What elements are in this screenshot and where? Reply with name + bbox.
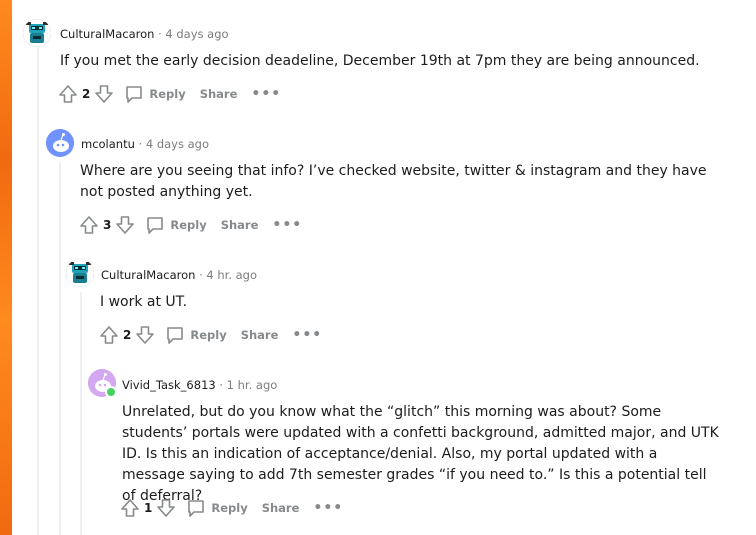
comment-thread: CulturalMacaron · 4 days ago If you met … [12,0,756,535]
reply-button[interactable]: Reply [165,325,227,345]
comment-bubble-icon [188,500,205,517]
meta-separator: · [158,27,162,41]
vote-group: 2 [58,84,114,104]
share-button[interactable]: Share [241,328,279,342]
comment-bubble-icon [167,327,184,344]
meta-separator: · [138,137,143,151]
more-options-button[interactable]: ••• [272,217,302,233]
comment-actions: 1 Reply Share ••• [120,496,343,520]
reply-label: Reply [211,501,248,515]
upvote-icon[interactable] [58,84,78,104]
comment-actions: 2 Reply Share ••• [58,82,281,106]
reply-label: Reply [190,328,227,342]
online-status-indicator [105,386,117,398]
share-button[interactable]: Share [200,87,238,101]
downvote-icon[interactable] [115,215,135,235]
thread-line[interactable] [80,292,82,535]
comment-actions: 2 Reply Share ••• [99,323,322,347]
default-snoo-avatar-icon [46,129,74,157]
username-link[interactable]: Vivid_Task_6813 [122,378,216,392]
comment-body: I work at UT. [100,294,188,310]
comment-meta: Vivid_Task_6813 · 1 hr. ago [122,378,277,392]
more-options-button[interactable]: ••• [251,86,281,102]
comment-meta: CulturalMacaron · 4 hr. ago [101,268,257,282]
comment-body: If you met the early decision deadeline,… [60,53,700,69]
timestamp[interactable]: 1 hr. ago [227,378,278,392]
comment-body: Unrelated, but do you know what the “gli… [122,404,719,504]
reply-button[interactable]: Reply [186,498,248,518]
vote-count: 1 [144,501,153,515]
reply-button[interactable]: Reply [124,84,186,104]
thread-line[interactable] [59,162,61,535]
page-background-left [0,0,12,535]
snoo-avatar-icon [66,259,94,287]
username-link[interactable]: CulturalMacaron [101,268,195,282]
snoo-avatar-icon [23,19,51,47]
comment-bubble-icon [126,86,143,103]
comment-meta: mcolantu · 4 days ago [81,137,209,151]
timestamp[interactable]: 4 days ago [146,137,209,151]
timestamp[interactable]: 4 days ago [165,27,228,41]
meta-separator: · [199,268,203,282]
meta-separator: · [219,378,224,392]
vote-group: 2 [99,325,155,345]
reply-button[interactable]: Reply [145,215,207,235]
timestamp[interactable]: 4 hr. ago [206,268,257,282]
downvote-icon[interactable] [156,498,176,518]
thread-line[interactable] [37,46,39,535]
share-button[interactable]: Share [262,501,300,515]
vote-group: 1 [120,498,176,518]
comment-bubble-icon [147,217,164,234]
username-link[interactable]: mcolantu [81,137,135,151]
more-options-button[interactable]: ••• [292,327,322,343]
downvote-icon[interactable] [94,84,114,104]
comment-meta: CulturalMacaron · 4 days ago [60,27,229,41]
avatar[interactable] [66,259,94,287]
share-button[interactable]: Share [221,218,259,232]
vote-group: 3 [79,215,135,235]
comment-actions: 3 Reply Share ••• [79,213,302,237]
more-options-button[interactable]: ••• [313,500,343,516]
comment-body: Where are you seeing that info? I’ve che… [80,163,707,200]
upvote-icon[interactable] [120,498,140,518]
downvote-icon[interactable] [135,325,155,345]
vote-count: 3 [103,218,112,232]
avatar[interactable] [46,129,74,157]
avatar[interactable] [23,19,51,47]
vote-count: 2 [82,87,91,101]
upvote-icon[interactable] [79,215,99,235]
upvote-icon[interactable] [99,325,119,345]
vote-count: 2 [123,328,132,342]
username-link[interactable]: CulturalMacaron [60,27,154,41]
reply-label: Reply [170,218,207,232]
reply-label: Reply [149,87,186,101]
